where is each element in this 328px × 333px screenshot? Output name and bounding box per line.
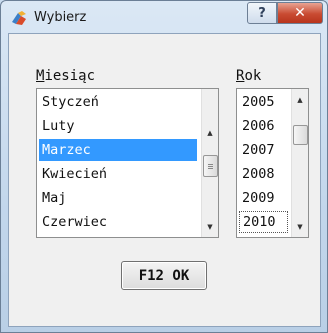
month-item-2[interactable]: Luty [39,115,197,137]
year-item-6-focused[interactable]: 2010 [239,211,288,233]
year-listbox[interactable]: 2005 2006 2007 2008 2009 2010 ▲ ▼ [236,88,309,238]
year-item-2[interactable]: 2006 [239,115,288,137]
year-item-1[interactable]: 2005 [239,91,288,113]
grip-line [208,166,213,167]
month-item-5[interactable]: Maj [39,187,197,209]
month-label: Miesiąc [36,68,95,84]
year-scroll-thumb[interactable] [293,125,308,145]
month-item-6[interactable]: Czerwiec [39,211,197,233]
ok-button[interactable]: F12 OK [121,261,207,290]
close-icon: ✕ [294,5,306,21]
year-label: Rok [236,68,261,84]
scroll-up-icon[interactable]: ▲ [292,92,308,108]
dialog-client-area: Miesiąc Rok Styczeń Luty Marzec Kwiecień… [8,33,321,327]
help-button[interactable]: ? [247,2,277,24]
month-item-3-selected[interactable]: Marzec [39,139,197,161]
grip-line [208,164,213,165]
year-item-4[interactable]: 2008 [239,163,288,185]
close-button[interactable]: ✕ [277,2,323,24]
app-icon [12,11,26,25]
year-label-text: ok [244,68,262,84]
month-label-text: iesiąc [44,68,96,84]
month-listbox[interactable]: Styczeń Luty Marzec Kwiecień Maj Czerwie… [36,88,219,238]
title-bar[interactable]: Wybierz ? ✕ [1,1,327,33]
month-scroll-thumb[interactable] [203,155,218,177]
year-item-3[interactable]: 2007 [239,139,288,161]
help-icon: ? [258,5,266,21]
scroll-up-icon[interactable]: ▲ [202,125,218,141]
month-item-1[interactable]: Styczeń [39,91,197,113]
grip-line [208,168,213,169]
scroll-down-icon[interactable]: ▼ [202,219,218,235]
year-item-5[interactable]: 2009 [239,187,288,209]
month-scrollbar[interactable]: ▲ ▼ [201,89,218,237]
year-scrollbar[interactable]: ▲ ▼ [291,89,308,237]
window-title: Wybierz [34,10,87,25]
month-item-4[interactable]: Kwiecień [39,163,197,185]
scroll-down-icon[interactable]: ▼ [292,219,308,235]
dialog-window: Wybierz ? ✕ Miesiąc Rok Styczeń Luty Mar… [0,0,328,333]
